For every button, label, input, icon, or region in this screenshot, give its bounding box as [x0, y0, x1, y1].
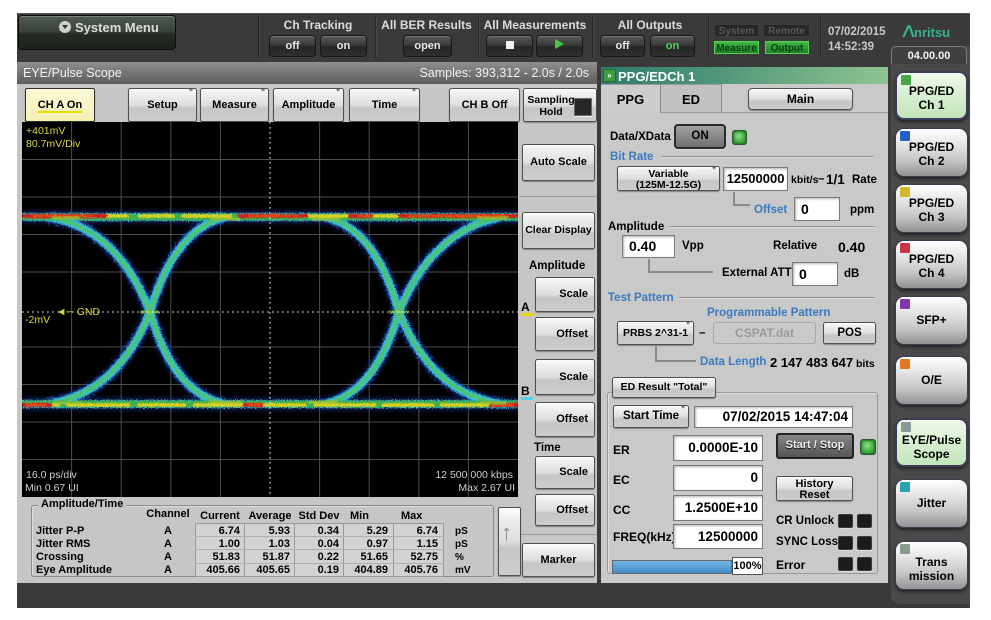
svg-text:nritsu: nritsu — [914, 25, 950, 40]
svg-text:16.0 ps/div: 16.0 ps/div — [26, 469, 78, 481]
svg-text:Max 2.67 UI: Max 2.67 UI — [458, 482, 515, 494]
svg-text:Min 0.67 UI: Min 0.67 UI — [25, 482, 79, 494]
svg-text:-2mV: -2mV — [25, 314, 50, 326]
svg-text:80.7mV/Div: 80.7mV/Div — [26, 138, 81, 150]
svg-text:+401mV: +401mV — [26, 125, 65, 137]
svg-text:◄─ GND: ◄─ GND — [56, 306, 100, 318]
svg-text:12 500 000 kbps: 12 500 000 kbps — [435, 469, 513, 481]
